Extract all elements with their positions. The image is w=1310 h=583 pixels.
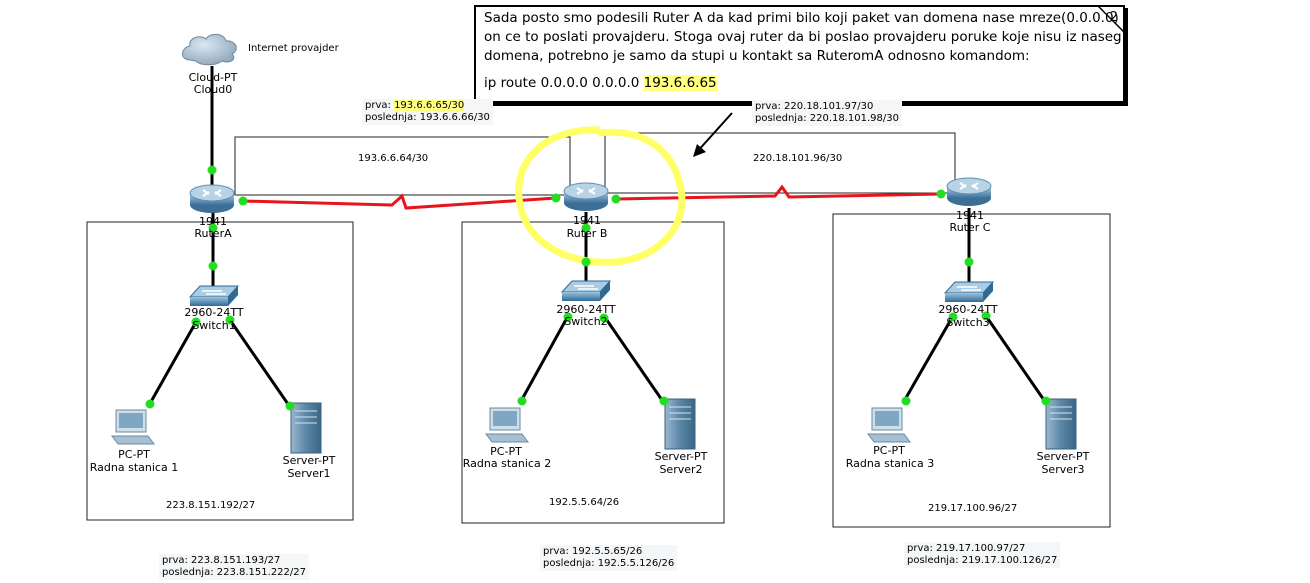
server-name-label: Server1 bbox=[287, 467, 331, 480]
pc-type-label: PC-PT bbox=[118, 448, 150, 461]
wan-left-prva-hl: 193.6.6.65/30 bbox=[394, 100, 465, 111]
lan-1-address-info: prva: 223.8.151.193/27 poslednja: 223.8.… bbox=[159, 554, 309, 580]
wan-right-poslednja: poslednja: 220.18.101.98/30 bbox=[755, 113, 899, 124]
wan-left-network: 193.6.6.64/30 bbox=[358, 153, 429, 164]
switch-icon[interactable] bbox=[943, 281, 995, 302]
cloud-side-label: Internet provajder bbox=[248, 43, 339, 54]
switch-model-label: 2960-24TT bbox=[184, 306, 244, 319]
lan-network-label: 223.8.151.192/27 bbox=[166, 500, 256, 511]
server-type-label: Server-PT bbox=[1036, 450, 1090, 463]
server-icon[interactable] bbox=[664, 398, 696, 450]
switch-icon[interactable] bbox=[560, 280, 612, 301]
switch-icon[interactable] bbox=[188, 285, 240, 306]
note-number: 2 bbox=[1109, 10, 1118, 25]
router-name-label: Ruter C bbox=[949, 221, 991, 234]
router-model-label: 1941 bbox=[573, 214, 601, 227]
lan-area-2 bbox=[461, 221, 725, 524]
wan-left-info: prva: 193.6.6.65/30 poslednja: 193.6.6.6… bbox=[362, 99, 493, 125]
pc-icon[interactable] bbox=[867, 407, 911, 443]
lan-poslednja: poslednja: 219.17.100.126/27 bbox=[907, 555, 1058, 566]
note-command: ip route 0.0.0.0 0.0.0.0 193.6.6.65 bbox=[484, 74, 1115, 93]
wan-right-prva: prva: 220.18.101.97/30 bbox=[755, 101, 874, 112]
note-line: domena, potrebno je samo da stupi u kont… bbox=[484, 48, 1030, 64]
router-name-label: RuterA bbox=[194, 227, 232, 240]
server-name-label: Server3 bbox=[1041, 463, 1085, 476]
pc-icon[interactable] bbox=[111, 409, 155, 445]
link-switch3-pc3 bbox=[901, 315, 955, 404]
lan-poslednja: poslednja: 223.8.151.222/27 bbox=[162, 567, 306, 578]
server-type-label: Server-PT bbox=[282, 454, 336, 467]
server-name-label: Server2 bbox=[659, 463, 703, 476]
lan-3-address-info: prva: 219.17.100.97/27 poslednja: 219.17… bbox=[904, 542, 1061, 568]
server-type-label: Server-PT bbox=[654, 450, 708, 463]
lan-poslednja: poslednja: 192.5.5.126/26 bbox=[543, 558, 675, 569]
pc-name-label: Radna stanica 3 bbox=[845, 457, 935, 470]
command-text: ip route 0.0.0.0 0.0.0.0 bbox=[484, 75, 644, 91]
wan-right-info: prva: 220.18.101.97/30 poslednja: 220.18… bbox=[752, 100, 902, 126]
router-icon[interactable] bbox=[946, 177, 992, 206]
switch-name-label: Switch2 bbox=[564, 315, 608, 328]
lan-2-address-info: prva: 192.5.5.65/26 poslednja: 192.5.5.1… bbox=[540, 545, 678, 571]
lan-prva: prva: 192.5.5.65/26 bbox=[543, 546, 643, 557]
link-switch1-pc1 bbox=[146, 321, 198, 408]
note-line: on ce to poslati provajderu. Stoga ovaj … bbox=[484, 29, 1122, 45]
lan-prva: prva: 223.8.151.193/27 bbox=[162, 555, 281, 566]
cloud-icon[interactable] bbox=[182, 33, 237, 66]
lan-prva: prva: 219.17.100.97/27 bbox=[907, 543, 1026, 554]
pc-icon[interactable] bbox=[485, 407, 529, 443]
wan-left-prva-prefix: prva: bbox=[365, 100, 395, 111]
explanation-note: Sada posto smo podesili Ruter A da kad p… bbox=[474, 5, 1125, 103]
router-name-label: Ruter B bbox=[566, 227, 608, 240]
router-icon[interactable] bbox=[563, 182, 609, 211]
pc-name-label: Radna stanica 2 bbox=[462, 457, 552, 470]
switch-name-label: Switch1 bbox=[192, 319, 236, 332]
pc-type-label: PC-PT bbox=[873, 444, 905, 457]
serial-link-ruterA-ruterB bbox=[242, 193, 557, 210]
router-icon[interactable] bbox=[189, 184, 235, 213]
note-line: Sada posto smo podesili Ruter A da kad p… bbox=[484, 10, 1119, 26]
switch-model-label: 2960-24TT bbox=[938, 303, 998, 316]
wan-right-network: 220.18.101.96/30 bbox=[753, 153, 843, 164]
switch-name-label: Switch3 bbox=[946, 316, 990, 329]
wan-left-poslednja: poslednja: 193.6.6.66/30 bbox=[365, 112, 490, 123]
pc-name-label: Radna stanica 1 bbox=[89, 461, 179, 474]
link-switch2-pc2 bbox=[518, 315, 570, 404]
link-switch1-server1 bbox=[228, 319, 292, 408]
server-icon[interactable] bbox=[290, 402, 322, 454]
link-switch3-server3 bbox=[984, 315, 1048, 404]
link-switch2-server2 bbox=[602, 315, 666, 404]
lan-network-label: 219.17.100.96/27 bbox=[928, 503, 1018, 514]
command-highlight: 193.6.6.65 bbox=[643, 75, 717, 91]
cloud-name-label: Cloud0 bbox=[193, 83, 233, 96]
lan-network-label: 192.5.5.64/26 bbox=[549, 497, 620, 508]
note-arrowhead bbox=[693, 144, 706, 157]
server-icon[interactable] bbox=[1045, 398, 1077, 450]
